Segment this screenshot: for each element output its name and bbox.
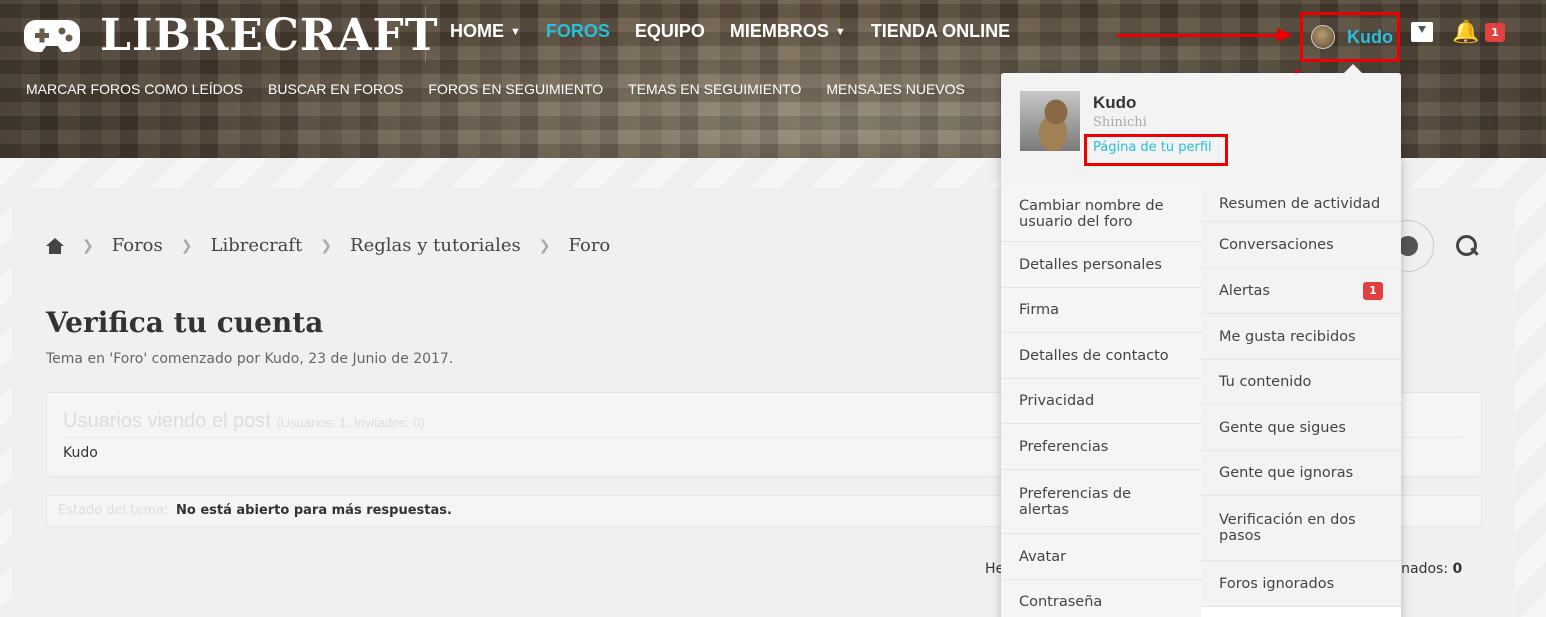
thread-meta: Tema en 'Foro' comenzado por Kudo, 23 de… (46, 351, 454, 367)
logo-divider (425, 6, 426, 62)
nav-tienda-label: TIENDA ONLINE (870, 21, 1011, 41)
gamepad-icon (24, 19, 80, 52)
menu-item-label: Verificación en dos pasos (1219, 512, 1356, 544)
menu-item-privacy[interactable]: Privacidad (1001, 379, 1201, 424)
profile-page-link[interactable]: Página de tu perfil (1093, 140, 1212, 155)
menu-item-password[interactable]: Contraseña (1001, 580, 1201, 617)
search-icon[interactable] (1456, 235, 1478, 257)
viewers-title-text: Usuarios viendo el post (63, 410, 271, 432)
nav-foros[interactable]: FOROS (546, 21, 610, 42)
menu-item-following[interactable]: Gente que sigues (1201, 405, 1401, 451)
home-icon[interactable] (46, 237, 64, 254)
thread-status-label: Estado del tema: (58, 503, 169, 518)
chevron-right-icon: ❯ (82, 237, 94, 254)
nav-equipo[interactable]: EQUIPO (635, 21, 705, 42)
subnav-new-posts[interactable]: MENSAJES NUEVOS (826, 81, 964, 97)
viewers-count: (Usuarios: 1, Invitados: 0) (276, 415, 425, 430)
main-nav: HOME ▼ FOROS EQUIPO MIEMBROS ▼ TIENDA ONLI… (450, 21, 1010, 42)
annotation-arrow (1117, 34, 1277, 37)
alert-count-badge: 1 (1485, 23, 1505, 42)
menu-item-label: Avatar (1019, 548, 1067, 565)
menu-item-preferences[interactable]: Preferencias (1001, 424, 1201, 470)
breadcrumb: ❯ Foros ❯ Librecraft ❯ Reglas y tutorial… (46, 235, 610, 256)
menu-item-label: Privacidad (1019, 393, 1095, 409)
chevron-down-icon: ▼ (834, 25, 846, 38)
account-menu-right-column: Resumen de actividad Conversaciones Aler… (1201, 186, 1401, 607)
account-menu-left-column: Cambiar nombre de usuario del foro Detal… (1001, 186, 1201, 617)
menu-item-label: Preferencias de alertas (1019, 485, 1132, 518)
nav-miembros-label: MIEMBROS (729, 21, 829, 41)
sub-nav: MARCAR FOROS COMO LEÍDOS BUSCAR EN FOROS… (26, 81, 965, 97)
menu-item-alerts[interactable]: Alertas 1 (1201, 269, 1401, 314)
breadcrumb-item[interactable]: Foros (112, 235, 163, 256)
avatar[interactable] (1020, 91, 1080, 151)
chevron-down-icon: ▼ (510, 25, 521, 38)
breadcrumb-item[interactable]: Reglas y tutoriales (350, 235, 521, 256)
menu-item-signature[interactable]: Firma (1001, 288, 1201, 333)
inbox-icon[interactable] (1411, 22, 1433, 42)
menu-item-label: Resumen de actividad (1219, 195, 1381, 212)
nav-miembros[interactable]: MIEMBROS ▼ (730, 21, 846, 42)
menu-item-label: Gente que ignoras (1219, 465, 1354, 481)
menu-item-label: Tu contenido (1219, 374, 1312, 390)
viewers-title: Usuarios viendo el post (Usuarios: 1, In… (63, 410, 425, 433)
chevron-right-icon: ❯ (538, 237, 551, 254)
menu-item-your-content[interactable]: Tu contenido (1201, 360, 1401, 405)
menu-item-conversations[interactable]: Conversaciones (1201, 222, 1401, 269)
subnav-mark-read[interactable]: MARCAR FOROS COMO LEÍDOS (26, 81, 243, 97)
menu-item-label: Cambiar nombre de usuario del foro (1019, 197, 1164, 230)
user-menu-toggle[interactable]: Kudo (1300, 12, 1400, 62)
page-title: Verifica tu cuenta (46, 306, 324, 339)
breadcrumb-item[interactable]: Librecraft (211, 235, 303, 256)
chevron-right-icon: ❯ (320, 237, 333, 254)
subnav-watched-threads[interactable]: TEMAS EN SEGUIMIENTO (628, 81, 801, 97)
logo-text: LIBRECRAFT (100, 10, 439, 61)
menu-item-label: Gente que sigues (1219, 419, 1346, 436)
menu-item-personal-details[interactable]: Detalles personales (1001, 242, 1201, 288)
menu-item-ignoring[interactable]: Gente que ignoras (1201, 451, 1401, 496)
menu-item-likes-received[interactable]: Me gusta recibidos (1201, 314, 1401, 360)
menu-item-label: Alertas (1219, 283, 1270, 299)
thread-status-value: No está abierto para más respuestas. (176, 503, 452, 518)
menu-item-contact-details[interactable]: Detalles de contacto (1001, 333, 1201, 379)
menu-item-label: Firma (1019, 302, 1060, 318)
bell-icon[interactable]: 🔔 (1452, 20, 1479, 45)
alerts-badge: 1 (1363, 282, 1383, 300)
subnav-watched-forums[interactable]: FOROS EN SEGUIMIENTO (428, 81, 603, 97)
menu-item-label: Preferencias (1019, 438, 1109, 455)
menu-item-alert-preferences[interactable]: Preferencias de alertas (1001, 470, 1201, 534)
annotation-arrow-head (1277, 28, 1293, 42)
menu-item-label: Conversaciones (1219, 237, 1334, 253)
menu-item-activity-summary[interactable]: Resumen de actividad (1201, 186, 1401, 222)
account-user-title: Shinichi (1093, 115, 1147, 130)
user-name: Kudo (1347, 26, 1393, 47)
menu-item-label: Detalles personales (1019, 256, 1162, 273)
nav-equipo-label: EQUIPO (634, 21, 705, 41)
site-logo[interactable]: LIBRECRAFT (24, 10, 439, 61)
nav-foros-label: FOROS (545, 21, 610, 41)
footer-right-value: 0 (1452, 561, 1463, 577)
menu-item-two-step-verification[interactable]: Verificación en dos pasos (1201, 496, 1401, 561)
viewer-user-link[interactable]: Kudo (63, 445, 98, 461)
account-name[interactable]: Kudo (1093, 93, 1136, 113)
subnav-search-forums[interactable]: BUSCAR EN FOROS (268, 81, 403, 97)
menu-item-label: Contraseña (1019, 593, 1103, 610)
nav-home[interactable]: HOME ▼ (450, 21, 521, 42)
nav-tienda-online[interactable]: TIENDA ONLINE (871, 21, 1010, 42)
breadcrumb-item[interactable]: Foro (568, 235, 610, 256)
menu-item-change-username[interactable]: Cambiar nombre de usuario del foro (1001, 186, 1201, 242)
menu-item-label: Me gusta recibidos (1219, 328, 1356, 345)
chevron-right-icon: ❯ (180, 237, 193, 254)
nav-home-label: HOME (450, 21, 504, 41)
menu-item-label: Foros ignorados (1219, 575, 1335, 592)
menu-item-avatar[interactable]: Avatar (1001, 534, 1201, 580)
menu-item-ignored-forums[interactable]: Foros ignorados (1201, 561, 1401, 607)
menu-item-label: Detalles de contacto (1019, 347, 1169, 364)
avatar (1311, 25, 1335, 49)
